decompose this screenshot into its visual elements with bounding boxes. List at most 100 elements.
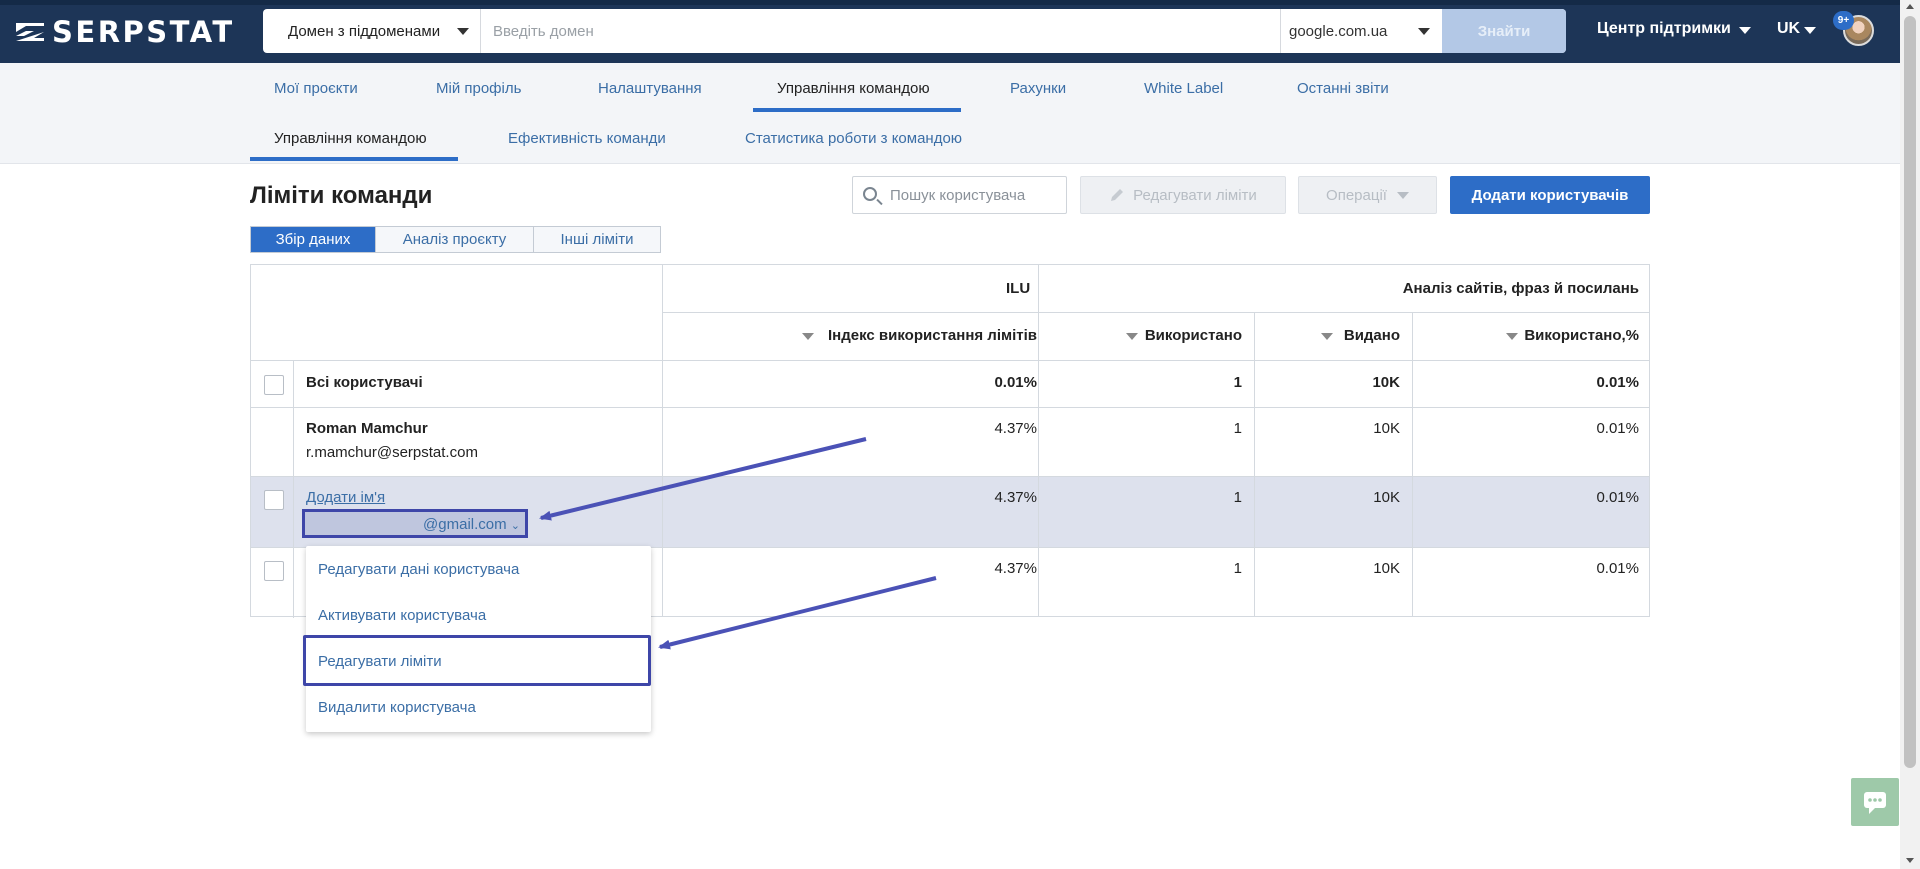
divider <box>251 407 1649 408</box>
group-header-ilu: ILU <box>1006 280 1031 297</box>
pencil-icon <box>1111 189 1124 201</box>
row-issued: 10K <box>1373 489 1400 506</box>
divider <box>1412 312 1413 617</box>
edit-limits-button[interactable]: Редагувати ліміти <box>1080 176 1286 214</box>
tab-team-management[interactable]: Управління командою <box>777 80 930 97</box>
chat-widget-button[interactable] <box>1851 778 1899 826</box>
search-icon <box>863 187 877 201</box>
serpstat-logo[interactable]: SERPSTAT <box>14 15 235 49</box>
menu-item-edit-user-data[interactable]: Редагувати дані користувача <box>318 561 519 578</box>
support-center-menu[interactable]: Центр підтримки <box>1597 20 1751 38</box>
search-type-select[interactable]: Домен з піддоменами <box>263 9 481 53</box>
domain-input[interactable] <box>481 9 1280 53</box>
chat-icon <box>1864 792 1886 814</box>
tab-my-projects[interactable]: Мої проєкти <box>274 80 358 97</box>
language-select[interactable]: UK <box>1777 20 1817 38</box>
database-select[interactable]: google.com.ua <box>1280 9 1441 53</box>
row-used-percent: 0.01% <box>1596 374 1639 391</box>
tab-my-profile[interactable]: Мій профіль <box>436 80 521 97</box>
chevron-down-icon <box>1738 26 1751 34</box>
sort-icon[interactable] <box>1506 333 1518 340</box>
row-index: 4.37% <box>994 489 1037 506</box>
segment-other-limits[interactable]: Інші ліміти <box>534 227 660 252</box>
page-title: Ліміти команди <box>250 182 433 209</box>
operations-button[interactable]: Операції <box>1298 176 1437 214</box>
scroll-up-icon[interactable] <box>1906 4 1914 9</box>
column-header-index[interactable]: Індекс використання лімітів <box>828 327 1037 344</box>
row-used: 1 <box>1233 560 1242 577</box>
menu-item-highlight-box <box>303 635 651 686</box>
row-name: Всі користувачі <box>306 374 423 391</box>
row-checkbox[interactable] <box>264 490 284 510</box>
scroll-down-icon[interactable] <box>1906 858 1914 863</box>
row-used: 1 <box>1233 420 1242 437</box>
user-email-dropdown-toggle[interactable]: @gmail.com ⌄ <box>302 509 528 538</box>
menu-item-activate-user[interactable]: Активувати користувача <box>318 607 486 624</box>
row-issued: 10K <box>1373 560 1400 577</box>
segment-project-analysis[interactable]: Аналіз проєкту <box>376 227 534 252</box>
divider <box>251 476 1649 477</box>
row-name: Roman Mamchur <box>306 420 428 437</box>
sort-icon[interactable] <box>802 333 814 340</box>
subtab-team-management[interactable]: Управління командою <box>274 130 427 147</box>
page-scrollbar[interactable] <box>1900 0 1920 869</box>
language-label: UK <box>1777 20 1801 37</box>
scrollbar-thumb[interactable] <box>1904 16 1916 768</box>
support-center-label: Центр підтримки <box>1597 20 1731 37</box>
row-used-percent: 0.01% <box>1596 489 1639 506</box>
settings-navigation: Мої проєкти Мій профіль Налаштування Упр… <box>0 63 1900 164</box>
logo-text: SERPSTAT <box>52 15 235 49</box>
row-index: 4.37% <box>994 420 1037 437</box>
group-header-analysis: Аналіз сайтів, фраз й посилань <box>1402 280 1639 297</box>
menu-item-delete-user[interactable]: Видалити користувача <box>318 699 476 716</box>
chevron-down-icon <box>1804 26 1817 34</box>
row-email: r.mamchur@serpstat.com <box>306 444 478 461</box>
row-issued: 10K <box>1372 374 1400 391</box>
sort-icon[interactable] <box>1126 333 1138 340</box>
row-used-percent: 0.01% <box>1596 560 1639 577</box>
divider <box>1254 312 1255 617</box>
chevron-down-icon <box>1396 191 1409 199</box>
add-name-link[interactable]: Додати ім'я <box>306 489 385 506</box>
column-header-issued[interactable]: Видано <box>1344 327 1400 344</box>
limit-type-segments: Збір даних Аналіз проєкту Інші ліміти <box>250 226 661 253</box>
column-header-used-percent[interactable]: Використано,% <box>1524 327 1639 344</box>
email-text: @gmail.com <box>423 516 507 533</box>
subtab-team-efficiency[interactable]: Ефективність команди <box>508 130 666 147</box>
column-header-used[interactable]: Використано <box>1145 327 1242 344</box>
active-tab-indicator <box>753 108 961 112</box>
divider <box>251 360 1649 361</box>
user-actions-menu: Редагувати дані користувача Активувати к… <box>303 546 651 732</box>
active-subtab-indicator <box>250 157 458 161</box>
tab-settings[interactable]: Налаштування <box>598 80 702 97</box>
tab-recent-reports[interactable]: Останні звіти <box>1297 80 1389 97</box>
user-search-input[interactable] <box>890 186 1060 204</box>
row-used: 1 <box>1233 374 1242 391</box>
chevron-down-icon <box>1418 28 1430 35</box>
notification-badge[interactable]: 9+ <box>1833 11 1854 30</box>
tab-invoices[interactable]: Рахунки <box>1010 80 1066 97</box>
user-search-field <box>852 176 1067 214</box>
divider <box>662 312 1649 313</box>
tab-white-label[interactable]: White Label <box>1144 80 1223 97</box>
database-value: google.com.ua <box>1289 22 1388 40</box>
serpstat-logo-icon <box>16 23 44 41</box>
row-email: @gmail.com ⌄ <box>423 516 520 533</box>
divider <box>293 360 294 618</box>
row-checkbox[interactable] <box>264 375 284 395</box>
row-issued: 10K <box>1373 420 1400 437</box>
row-used-percent: 0.01% <box>1596 420 1639 437</box>
row-checkbox[interactable] <box>264 561 284 581</box>
segment-data-collection[interactable]: Збір даних <box>251 227 376 252</box>
sort-icon[interactable] <box>1321 333 1333 340</box>
add-users-button[interactable]: Додати користувачів <box>1450 176 1650 214</box>
chevron-down-icon: ⌄ <box>510 520 520 532</box>
row-used: 1 <box>1233 489 1242 506</box>
edit-limits-label: Редагувати ліміти <box>1133 186 1257 204</box>
row-index: 0.01% <box>994 374 1037 391</box>
find-button[interactable]: Знайти <box>1442 9 1566 53</box>
subtab-team-statistics[interactable]: Статистика роботи з командою <box>745 130 962 147</box>
row-index: 4.37% <box>994 560 1037 577</box>
chevron-down-icon <box>457 28 469 35</box>
top-header: SERPSTAT Домен з піддоменами google.com.… <box>0 0 1900 63</box>
